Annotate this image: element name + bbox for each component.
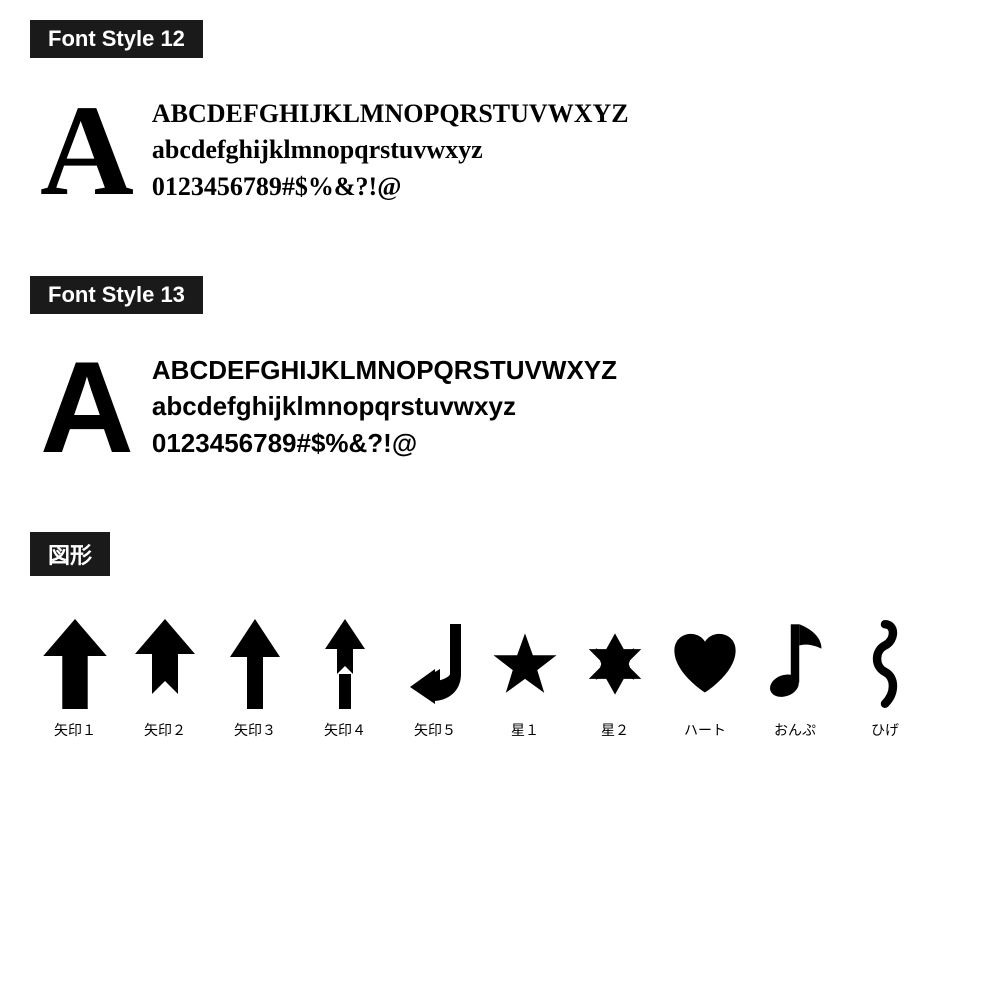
page: Font Style 12 A ABCDEFGHIJKLMNOPQRSTUVWX… (0, 0, 1000, 770)
arrow3-icon (220, 614, 290, 714)
arrow2-icon (130, 614, 200, 714)
hige-label: ひげ (871, 720, 899, 740)
shape-hige: ひげ (840, 614, 930, 740)
arrow3-label: 矢印３ (234, 720, 276, 740)
star1-icon (490, 614, 560, 714)
font-style-13-label: Font Style 13 (30, 276, 203, 314)
font-style-12-preview: A ABCDEFGHIJKLMNOPQRSTUVWXYZ abcdefghijk… (30, 76, 970, 236)
arrow1-label: 矢印１ (54, 720, 96, 740)
font-12-row-nums: 0123456789#$%&?!@ (152, 169, 629, 205)
star2-icon (580, 614, 650, 714)
arrow5-label: 矢印５ (414, 720, 456, 740)
heart-icon (670, 614, 740, 714)
shape-star1: 星１ (480, 614, 570, 740)
shape-heart: ハート (660, 614, 750, 740)
star2-label: 星２ (601, 720, 629, 740)
shape-star2: 星２ (570, 614, 660, 740)
shape-arrow3: 矢印３ (210, 614, 300, 740)
arrow4-label: 矢印４ (324, 720, 366, 740)
font-13-row-upper: ABCDEFGHIJKLMNOPQRSTUVWXYZ (152, 352, 617, 388)
hige-icon (850, 614, 920, 714)
font-13-row-nums: 0123456789#$%&?!@ (152, 425, 617, 461)
font-12-char-rows: ABCDEFGHIJKLMNOPQRSTUVWXYZ abcdefghijklm… (152, 86, 629, 205)
font-12-big-letter: A (40, 86, 134, 216)
shape-note: おんぷ (750, 614, 840, 740)
font-13-big-letter: A (40, 342, 134, 472)
shape-arrow4: 矢印４ (300, 614, 390, 740)
font-style-13-preview: A ABCDEFGHIJKLMNOPQRSTUVWXYZ abcdefghijk… (30, 332, 970, 492)
shape-arrow5: 矢印５ (390, 614, 480, 740)
font-13-char-rows: ABCDEFGHIJKLMNOPQRSTUVWXYZ abcdefghijklm… (152, 342, 617, 461)
arrow2-label: 矢印２ (144, 720, 186, 740)
shape-arrow1: 矢印１ (30, 614, 120, 740)
arrow5-icon (400, 614, 470, 714)
arrow1-icon (40, 614, 110, 714)
shapes-label: 図形 (30, 532, 110, 576)
font-style-12-section: Font Style 12 A ABCDEFGHIJKLMNOPQRSTUVWX… (30, 20, 970, 236)
shapes-grid: 矢印１ 矢印２ 矢印３ (30, 594, 970, 750)
font-style-12-label: Font Style 12 (30, 20, 203, 58)
heart-label: ハート (684, 720, 726, 740)
font-12-row-upper: ABCDEFGHIJKLMNOPQRSTUVWXYZ (152, 96, 629, 132)
font-12-row-lower: abcdefghijklmnopqrstuvwxyz (152, 132, 629, 168)
note-icon (760, 614, 830, 714)
font-style-13-section: Font Style 13 A ABCDEFGHIJKLMNOPQRSTUVWX… (30, 276, 970, 492)
font-13-row-lower: abcdefghijklmnopqrstuvwxyz (152, 388, 617, 424)
star1-label: 星１ (511, 720, 539, 740)
shapes-section: 図形 矢印１ 矢印２ (30, 532, 970, 750)
note-label: おんぷ (774, 720, 816, 740)
shape-arrow2: 矢印２ (120, 614, 210, 740)
arrow4-icon (310, 614, 380, 714)
